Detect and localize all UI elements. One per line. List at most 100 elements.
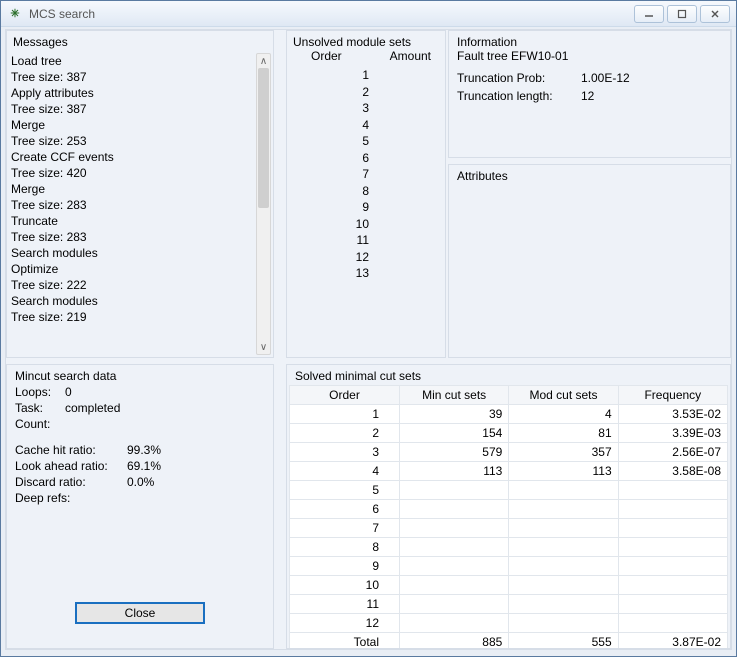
unsolved-col-amount: Amount [390, 49, 431, 63]
message-line: Tree size: 283 [11, 229, 255, 245]
unsolved-row: 8 [293, 183, 439, 200]
cell-freq [618, 595, 727, 614]
message-line: Tree size: 387 [11, 101, 255, 117]
mincut-panel: Mincut search data Loops:0 Task:complete… [6, 364, 274, 649]
message-line: Create CCF events [11, 149, 255, 165]
unsolved-col-order: Order [311, 49, 342, 63]
count-label: Count: [15, 417, 65, 431]
cell-mod [509, 614, 618, 633]
unsolved-row: 6 [293, 150, 439, 167]
trunc-prob-value: 1.00E-12 [581, 71, 630, 85]
mincut-label: Mincut search data [15, 369, 265, 383]
message-line: Search modules [11, 245, 255, 261]
cell-order: 11 [290, 595, 400, 614]
cell-mod: 113 [509, 462, 618, 481]
messages-list: Load tree Tree size: 387Apply attributes T… [9, 53, 255, 355]
messages-label: Messages [13, 35, 267, 49]
fault-tree-label: Fault tree [457, 49, 508, 63]
cell-order: 5 [290, 481, 400, 500]
col-min[interactable]: Min cut sets [400, 386, 509, 405]
cell-min [400, 538, 509, 557]
solved-table: Order Min cut sets Mod cut sets Frequenc… [289, 385, 728, 649]
fault-tree-value: EFW10-01 [511, 49, 568, 63]
message-line: Tree size: 253 [11, 133, 255, 149]
minimize-button[interactable] [634, 5, 664, 23]
messages-panel: Messages Load tree Tree size: 387Apply at… [6, 30, 274, 358]
scroll-up-icon[interactable]: ∧ [257, 54, 270, 68]
cell-freq [618, 481, 727, 500]
scroll-thumb[interactable] [258, 68, 269, 208]
message-line: Apply attributes [11, 85, 255, 101]
look-label: Look ahead ratio: [15, 459, 127, 473]
client-area: Messages Load tree Tree size: 387Apply at… [5, 29, 732, 650]
message-line: Search modules [11, 293, 255, 309]
cell-mod [509, 519, 618, 538]
message-line: Merge [11, 117, 255, 133]
cell-min: 39 [400, 405, 509, 424]
app-icon: ✳ [7, 6, 23, 22]
close-button[interactable]: Close [75, 602, 205, 624]
table-row: 6 [290, 500, 728, 519]
titlebar[interactable]: ✳ MCS search [1, 1, 736, 27]
maximize-button[interactable] [667, 5, 697, 23]
messages-scrollbar[interactable]: ∧ ∨ [256, 53, 271, 355]
cell-mod: 4 [509, 405, 618, 424]
message-line: Optimize [11, 261, 255, 277]
table-row: 10 [290, 576, 728, 595]
scroll-down-icon[interactable]: ∨ [257, 340, 270, 354]
trunc-len-label: Truncation length: [457, 89, 569, 103]
cell-order: 2 [290, 424, 400, 443]
task-value: completed [65, 401, 120, 415]
unsolved-row: 12 [293, 249, 439, 266]
cell-order: 8 [290, 538, 400, 557]
look-value: 69.1% [127, 459, 161, 473]
table-row: 2154813.39E-03 [290, 424, 728, 443]
unsolved-row: 2 [293, 84, 439, 101]
cell-order: 7 [290, 519, 400, 538]
cell-mod [509, 595, 618, 614]
close-window-button[interactable] [700, 5, 730, 23]
cell-mod: 81 [509, 424, 618, 443]
solved-panel: Solved minimal cut sets Order Min cut se… [286, 364, 731, 649]
cell-freq [618, 557, 727, 576]
discard-label: Discard ratio: [15, 475, 127, 489]
unsolved-row: 9 [293, 199, 439, 216]
solved-label: Solved minimal cut sets [289, 369, 728, 383]
unsolved-row: 5 [293, 133, 439, 150]
col-freq[interactable]: Frequency [618, 386, 727, 405]
cell-min [400, 576, 509, 595]
cell-mod [509, 500, 618, 519]
col-mod[interactable]: Mod cut sets [509, 386, 618, 405]
cell-freq: 3.39E-03 [618, 424, 727, 443]
message-line: Tree size: 283 [11, 197, 255, 213]
cell-mod: 357 [509, 443, 618, 462]
table-row: 7 [290, 519, 728, 538]
cell-min [400, 500, 509, 519]
cell-mod: 555 [509, 633, 618, 650]
cell-order: Total [290, 633, 400, 650]
cell-order: 3 [290, 443, 400, 462]
cell-freq [618, 538, 727, 557]
cell-order: 4 [290, 462, 400, 481]
table-row: 9 [290, 557, 728, 576]
information-panel: Information Fault tree EFW10-01 Truncati… [448, 30, 731, 158]
cell-min: 113 [400, 462, 509, 481]
cell-mod [509, 576, 618, 595]
cell-min [400, 614, 509, 633]
table-total-row: Total8855553.87E-02 [290, 633, 728, 650]
message-line: Truncate [11, 213, 255, 229]
message-line: Load tree [11, 53, 255, 69]
cell-mod [509, 481, 618, 500]
unsolved-row: 1 [293, 67, 439, 84]
unsolved-row: 11 [293, 232, 439, 249]
cell-order: 6 [290, 500, 400, 519]
table-row: 41131133.58E-08 [290, 462, 728, 481]
unsolved-list: 12345678910111213 [293, 67, 439, 282]
cell-min: 885 [400, 633, 509, 650]
cell-min [400, 557, 509, 576]
unsolved-row: 13 [293, 265, 439, 282]
discard-value: 0.0% [127, 475, 154, 489]
cell-order: 1 [290, 405, 400, 424]
col-order[interactable]: Order [290, 386, 400, 405]
cell-freq [618, 576, 727, 595]
